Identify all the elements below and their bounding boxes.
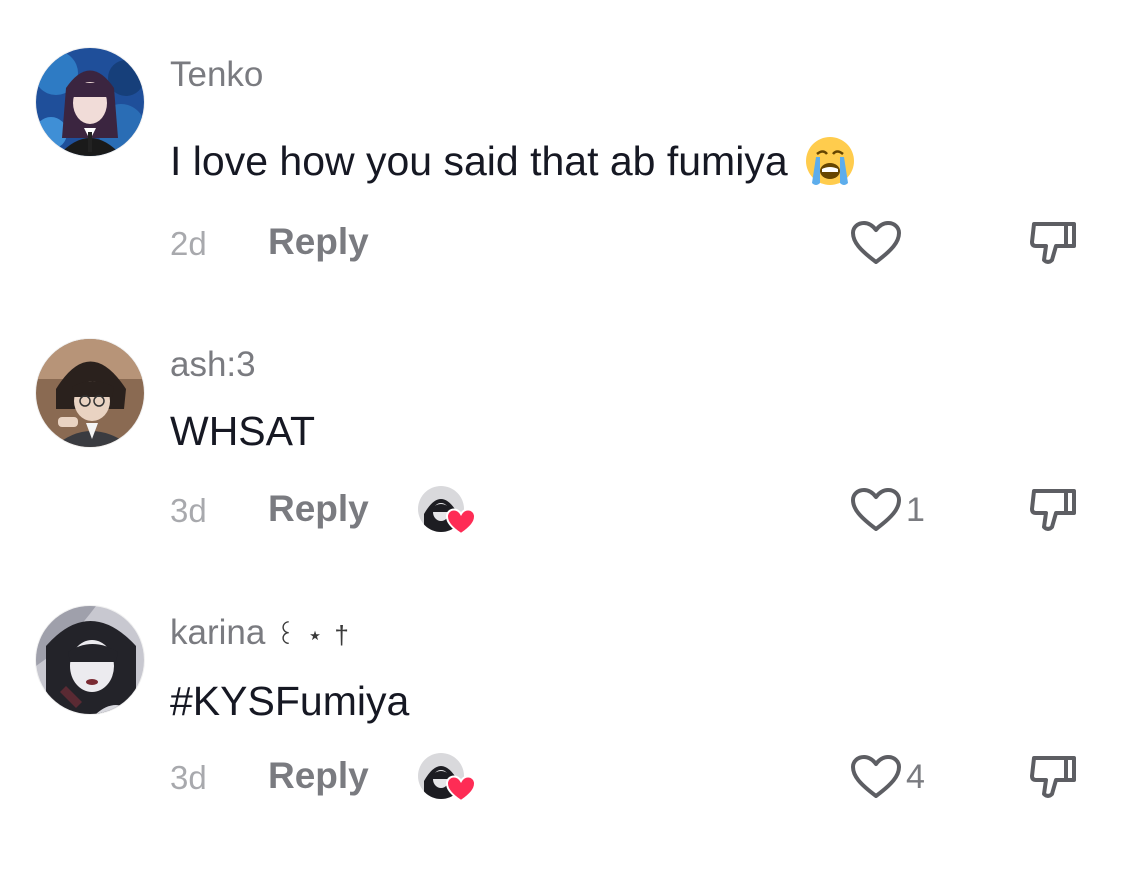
heart-filled-icon bbox=[445, 508, 477, 536]
comment-timestamp: 3d bbox=[170, 759, 207, 796]
avatar[interactable] bbox=[36, 48, 144, 156]
comment-text: I love how you said that ab fumiya bbox=[170, 135, 856, 187]
dislike-button[interactable] bbox=[1028, 220, 1078, 266]
comment-text-content: WHSAT bbox=[170, 407, 316, 454]
like-button[interactable]: 4 bbox=[850, 754, 925, 800]
heart-filled-icon bbox=[445, 775, 477, 803]
like-button[interactable] bbox=[850, 220, 906, 266]
liked-by-creator-indicator bbox=[418, 753, 477, 805]
comment-item: Tenko I love how you said that ab fumiya… bbox=[0, 0, 1125, 270]
reply-button[interactable]: Reply bbox=[268, 221, 369, 263]
comment-item: ash:3 WHSAT 3d Reply 1 bbox=[0, 290, 1125, 560]
comment-timestamp: 2d bbox=[170, 225, 207, 262]
heart-outline-icon bbox=[851, 221, 901, 264]
username-text: Tenko bbox=[170, 55, 264, 94]
comment-username[interactable]: ash:3 bbox=[170, 345, 256, 385]
like-count: 4 bbox=[906, 757, 925, 796]
username-text: ash:3 bbox=[170, 345, 256, 384]
comment-text: WHSAT bbox=[170, 405, 315, 457]
heart-outline-icon bbox=[851, 755, 901, 798]
dislike-button[interactable] bbox=[1028, 487, 1078, 533]
avatar[interactable] bbox=[36, 339, 144, 447]
like-button[interactable]: 1 bbox=[850, 487, 925, 533]
loudly-crying-face-icon bbox=[804, 135, 856, 187]
thumbs-down-outline-icon bbox=[1030, 222, 1076, 264]
thumbs-down-outline-icon bbox=[1030, 489, 1076, 531]
liked-by-creator-indicator bbox=[418, 486, 477, 538]
username-decoration: ꒰ ⋆ † bbox=[275, 620, 351, 650]
comment-text-content: #KYSFumiya bbox=[170, 677, 410, 724]
thumbs-down-outline-icon bbox=[1030, 756, 1076, 798]
comment-text-content: I love how you said that ab fumiya bbox=[170, 137, 788, 184]
comment-item: karina ꒰ ⋆ † #KYSFumiya 3d Reply 4 bbox=[0, 558, 1125, 828]
comment-timestamp: 3d bbox=[170, 492, 207, 529]
comment-username[interactable]: karina ꒰ ⋆ † bbox=[170, 613, 351, 653]
avatar[interactable] bbox=[36, 606, 144, 714]
heart-outline-icon bbox=[851, 488, 901, 531]
like-count: 1 bbox=[906, 490, 925, 529]
comment-text: #KYSFumiya bbox=[170, 675, 409, 727]
username-text: karina bbox=[170, 613, 266, 652]
reply-button[interactable]: Reply bbox=[268, 755, 369, 797]
reply-button[interactable]: Reply bbox=[268, 488, 369, 530]
comment-username[interactable]: Tenko bbox=[170, 55, 263, 95]
dislike-button[interactable] bbox=[1028, 754, 1078, 800]
